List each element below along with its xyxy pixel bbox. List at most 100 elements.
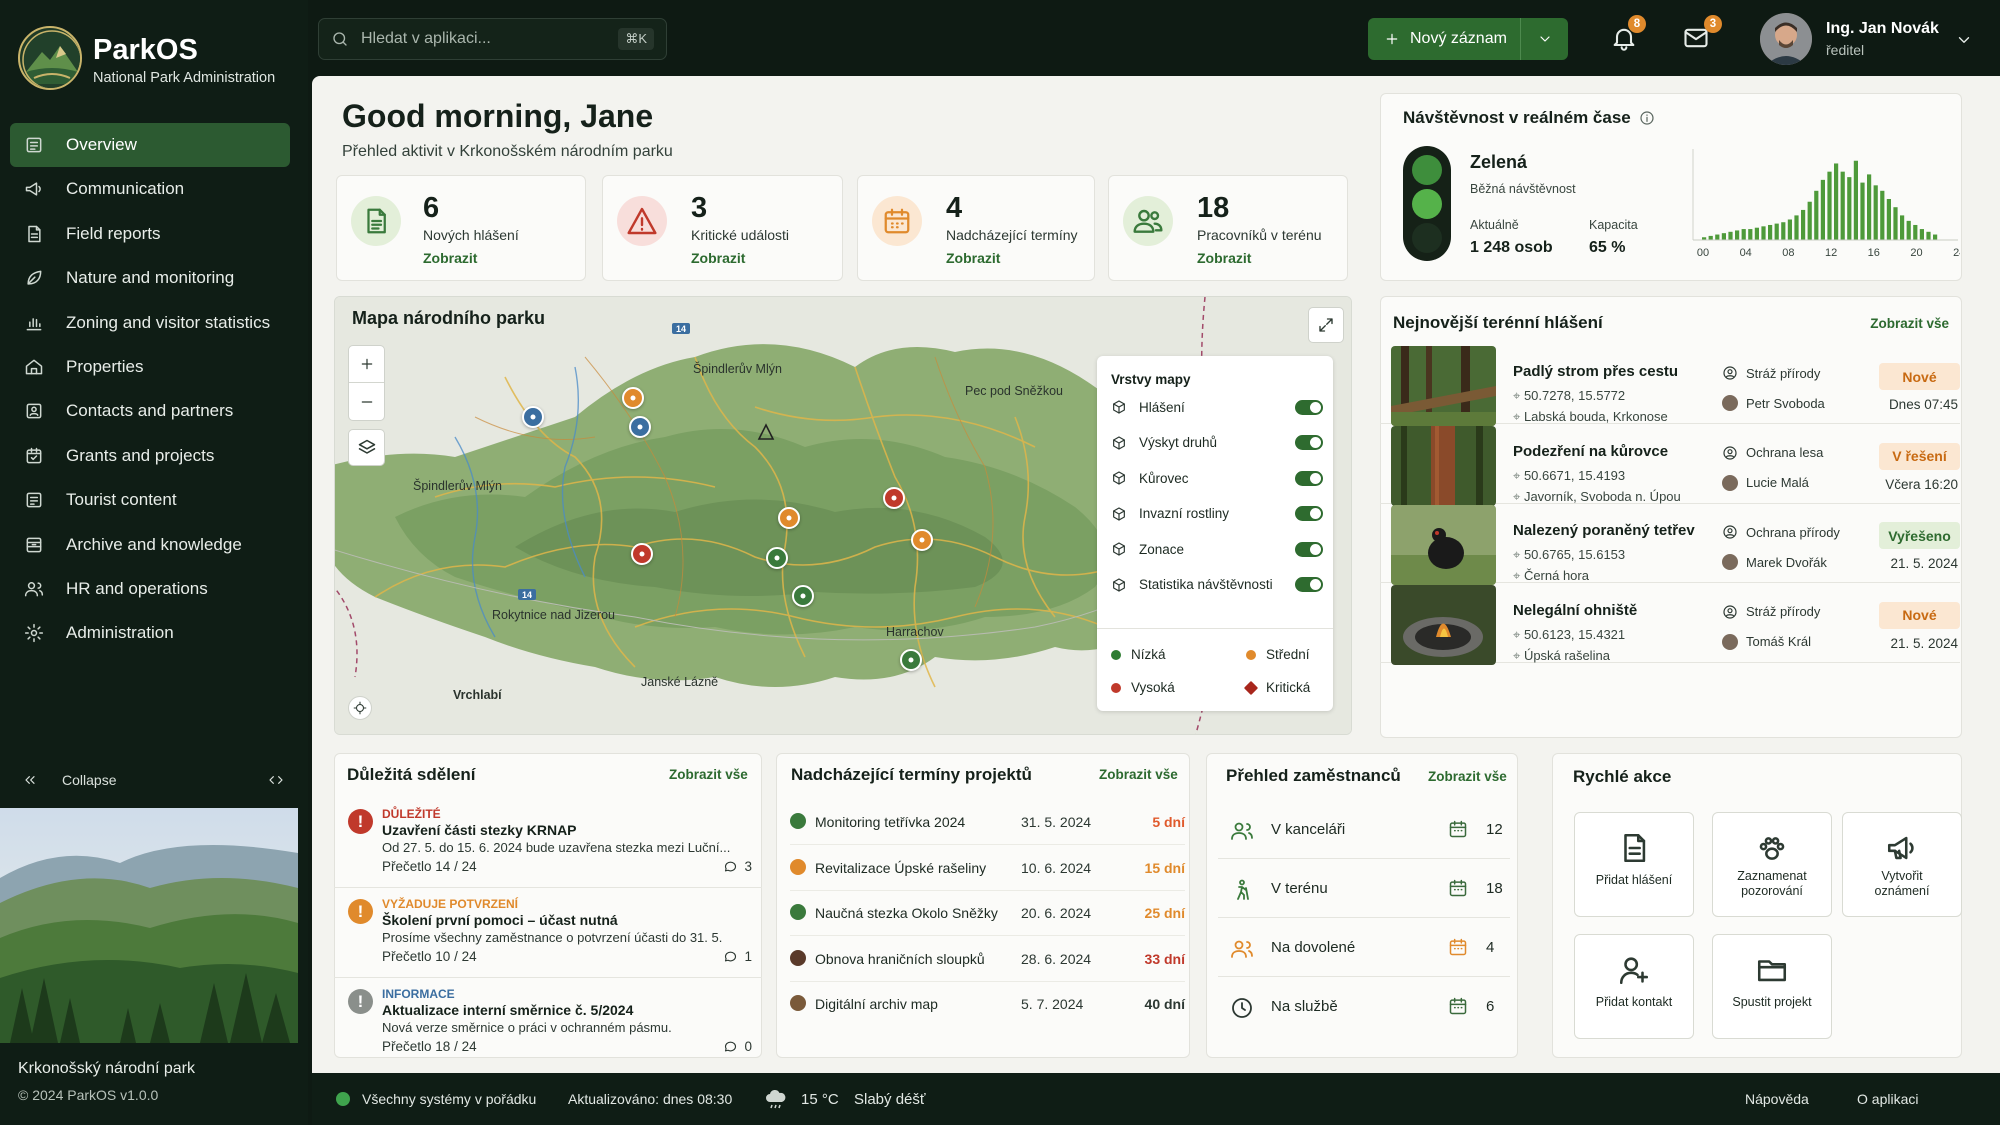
stat-card-deadlines[interactable]: 4 Nadcházející termíny Zobrazit — [857, 175, 1095, 281]
layer-toggle[interactable] — [1295, 399, 1323, 415]
reports-view-all[interactable]: Zobrazit vše — [1870, 316, 1949, 331]
sidebar-item-properties[interactable]: Properties — [10, 345, 290, 389]
visitors-bar — [1906, 220, 1911, 240]
start-project-button[interactable]: Spustit projekt — [1712, 934, 1832, 1039]
sidebar-item-communication[interactable]: Communication — [10, 167, 290, 211]
map-marker[interactable] — [522, 406, 544, 428]
add-contact-button[interactable]: Přidat kontakt — [1574, 934, 1694, 1039]
add-report-button[interactable]: Přidat hlášení — [1574, 812, 1694, 917]
map-marker[interactable] — [631, 543, 653, 565]
days-remaining: 15 dní — [1144, 859, 1185, 876]
clock-icon — [1232, 998, 1252, 1018]
sidebar-item-archive-and-knowledge[interactable]: Archive and knowledge — [10, 523, 290, 567]
record-observation-button[interactable]: Zaznamenat pozorování — [1712, 812, 1832, 917]
zoom-out-button[interactable] — [349, 383, 384, 420]
report-row[interactable]: Padlý strom přes cestu ⌖ 50.7278, 15.5772… — [1380, 345, 1960, 426]
visitors-bar — [1768, 224, 1773, 240]
sidebar-item-nature-and-monitoring[interactable]: Nature and monitoring — [10, 256, 290, 300]
announcement-tag: VYŽADUJE POTVRZENÍ — [382, 897, 519, 911]
announcement-comments[interactable]: 1 — [723, 949, 752, 964]
announcement-comments[interactable]: 0 — [723, 1039, 752, 1054]
map-layer-row[interactable]: Zonace — [1111, 538, 1323, 560]
map-marker[interactable] — [883, 487, 905, 509]
map-marker[interactable] — [778, 507, 800, 529]
collapse-button[interactable]: Collapse — [22, 770, 284, 790]
project-date: 5. 7. 2024 — [1021, 996, 1084, 1012]
project-term-row[interactable]: Digitální archiv map 5. 7. 2024 40 dní — [790, 982, 1185, 1027]
stat-label: Nadcházející termíny — [946, 227, 1078, 243]
new-record-button[interactable]: Nový záznam — [1368, 18, 1568, 60]
users-icon — [1123, 196, 1173, 246]
map-layer-row[interactable]: Kůrovec — [1111, 467, 1323, 489]
project-term-row[interactable]: Naučná stezka Okolo Sněžky 20. 6. 2024 25 … — [790, 891, 1185, 936]
sidebar-item-zoning-and-visitor-statistics[interactable]: Zoning and visitor statistics — [10, 301, 290, 345]
layer-toggle[interactable] — [1295, 506, 1323, 521]
map-layer-row[interactable]: Statistika návštěvnosti — [1111, 574, 1323, 596]
layer-toggle[interactable] — [1295, 435, 1323, 450]
sidebar-item-label: Nature and monitoring — [66, 268, 235, 288]
project-term-row[interactable]: Obnova hraničních sloupků 28. 6. 2024 33 d… — [790, 937, 1185, 982]
report-row[interactable]: Nalezený poraněný tetřev ⌖ 50.6765, 15.61… — [1380, 504, 1960, 585]
user-menu-button[interactable] — [1955, 31, 1973, 49]
stat-card-critical[interactable]: 3 Kritické události Zobrazit — [602, 175, 843, 281]
search-input[interactable]: Hledat v aplikaci... ⌘K — [318, 18, 667, 60]
stat-link[interactable]: Zobrazit — [691, 250, 745, 266]
map-marker[interactable] — [622, 387, 644, 409]
sidebar-item-grants-and-projects[interactable]: Grants and projects — [10, 434, 290, 478]
fullscreen-button[interactable] — [1308, 307, 1344, 343]
map-marker[interactable] — [766, 547, 788, 569]
locate-button[interactable] — [348, 696, 372, 720]
map-layer-row[interactable]: Invazní rostliny — [1111, 503, 1323, 525]
employee-status-row[interactable]: Na službě 6 — [1218, 977, 1510, 1036]
layer-label: Statistika návštěvnosti — [1139, 577, 1273, 592]
new-record-dropdown[interactable] — [1520, 18, 1568, 60]
sidebar-item-tourist-content[interactable]: Tourist content — [10, 478, 290, 522]
help-link[interactable]: Nápověda — [1745, 1091, 1809, 1107]
layer-toggle[interactable] — [1295, 470, 1323, 486]
sidebar-item-administration[interactable]: Administration — [10, 611, 290, 655]
sidebar-item-overview[interactable]: Overview — [10, 123, 290, 167]
project-term-row[interactable]: Revitalizace Úpské rašeliny 10. 6. 2024 15… — [790, 846, 1185, 891]
stat-link[interactable]: Zobrazit — [423, 250, 477, 266]
map-marker[interactable] — [792, 585, 814, 607]
employees-view-all[interactable]: Zobrazit vše — [1428, 769, 1507, 784]
map-layer-row[interactable]: Výskyt druhů — [1111, 432, 1323, 454]
stat-card-field-workers[interactable]: 18 Pracovníků v terénu Zobrazit — [1108, 175, 1348, 281]
announcement-item[interactable]: ! INFORMACE Aktualizace interní směrnice č… — [334, 979, 762, 1068]
layer-toggle[interactable] — [1295, 577, 1323, 592]
employee-status-row[interactable]: V kanceláři 12 — [1218, 800, 1510, 859]
stat-link[interactable]: Zobrazit — [1197, 250, 1251, 266]
report-row[interactable]: Nelegální ohniště ⌖ 50.6123, 15.4321 ⌖ Úps… — [1380, 584, 1960, 665]
map-layer-row[interactable]: Hlášení — [1111, 396, 1323, 418]
sidebar-item-contacts-and-partners[interactable]: Contacts and partners — [10, 389, 290, 433]
project-term-row[interactable]: Monitoring tetřívka 2024 31. 5. 2024 5 dní — [790, 800, 1185, 845]
map-layers-button[interactable] — [348, 429, 385, 466]
employee-status-row[interactable]: V terénu 18 — [1218, 859, 1510, 918]
notifications-button[interactable]: 8 — [1610, 15, 1646, 52]
announcement-item[interactable]: ! VYŽADUJE POTVRZENÍ Školení první pomoci … — [334, 889, 762, 978]
stat-link[interactable]: Zobrazit — [946, 250, 1000, 266]
map-marker[interactable] — [900, 649, 922, 671]
terms-view-all[interactable]: Zobrazit vše — [1099, 767, 1178, 782]
layer-label: Kůrovec — [1139, 470, 1189, 486]
employee-status-row[interactable]: Na dovolené 4 — [1218, 918, 1510, 977]
report-row[interactable]: Podezření na kůrovce ⌖ 50.6671, 15.4193 ⌖ … — [1380, 425, 1960, 506]
avatar[interactable] — [1760, 13, 1812, 65]
announcements-view-all[interactable]: Zobrazit vše — [669, 767, 748, 782]
create-announcement-button[interactable]: Vytvořit oznámení — [1842, 812, 1962, 917]
sidebar-item-field-reports[interactable]: Field reports — [10, 212, 290, 256]
map-marker[interactable] — [629, 416, 651, 438]
about-link[interactable]: O aplikaci — [1857, 1091, 1918, 1107]
announcement-comments[interactable]: 3 — [723, 859, 752, 874]
announcement-item[interactable]: ! DŮLEŽITÉ Uzavření části stezky KRNAP Od 2… — [334, 799, 762, 888]
place-label: Rokytnice nad Jizerou — [492, 608, 615, 622]
stat-card-reports[interactable]: 6 Nových hlášení Zobrazit — [336, 175, 586, 281]
project-date: 31. 5. 2024 — [1021, 814, 1092, 830]
zoom-in-button[interactable] — [349, 346, 384, 384]
layer-toggle[interactable] — [1295, 541, 1323, 557]
messages-button[interactable]: 3 — [1682, 15, 1722, 52]
info-icon[interactable] — [1639, 110, 1655, 126]
visitors-bar — [1761, 226, 1766, 240]
sidebar-item-hr-and-operations[interactable]: HR and operations — [10, 567, 290, 611]
map-marker[interactable] — [911, 529, 933, 551]
